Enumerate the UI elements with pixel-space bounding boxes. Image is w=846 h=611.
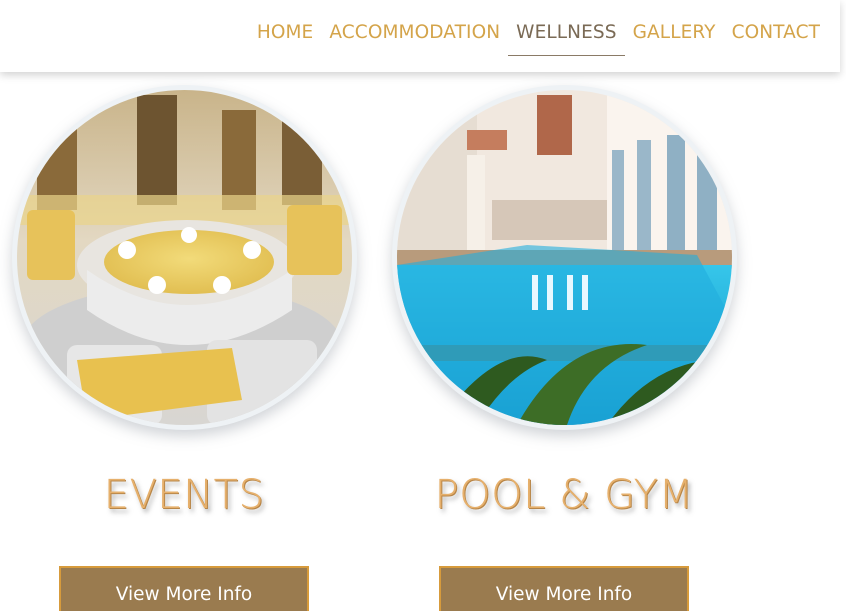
events-photo-frame bbox=[12, 85, 357, 430]
nav-menu: HOME ACCOMMODATION WELLNESS GALLERY CONT… bbox=[249, 20, 828, 56]
events-view-more-button[interactable]: View More Info bbox=[59, 566, 309, 611]
nav-item-wellness[interactable]: WELLNESS bbox=[508, 20, 625, 56]
pool-gym-view-more-button[interactable]: View More Info bbox=[439, 566, 689, 611]
nav-item-accommodation[interactable]: ACCOMMODATION bbox=[321, 20, 508, 56]
nav-item-home[interactable]: HOME bbox=[249, 20, 322, 56]
pool-photo[interactable] bbox=[397, 90, 732, 425]
events-photo[interactable] bbox=[17, 90, 352, 425]
top-navbar: HOME ACCOMMODATION WELLNESS GALLERY CONT… bbox=[0, 0, 840, 72]
pool-photo-frame bbox=[392, 85, 737, 430]
nav-item-contact[interactable]: CONTACT bbox=[724, 20, 828, 56]
nav-item-gallery[interactable]: GALLERY bbox=[625, 20, 724, 56]
events-title: EVENTS bbox=[103, 472, 265, 518]
pool-gym-title: POOL & GYM bbox=[434, 472, 694, 518]
